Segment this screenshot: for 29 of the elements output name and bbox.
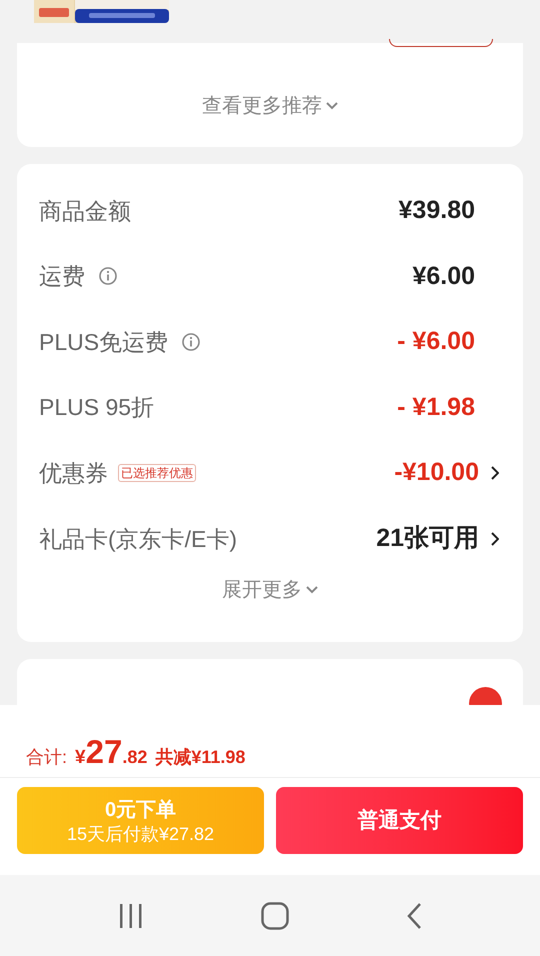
total-discount: 共减¥11.98 <box>155 746 246 769</box>
recent-apps-icon[interactable] <box>118 902 144 928</box>
chevron-down-icon <box>326 102 338 110</box>
pay-button[interactable]: 普通支付 <box>276 787 523 854</box>
expand-more-link[interactable]: 展开更多 <box>222 574 318 605</box>
row-value: 21张可用 <box>376 523 479 554</box>
row-label: PLUS免运费 <box>39 328 168 357</box>
more-recommendations-link[interactable]: 查看更多推荐 <box>202 91 338 121</box>
row-value: - ¥1.98 <box>397 392 475 423</box>
row-value: ¥39.80 <box>398 195 475 226</box>
row-label: 优惠券 <box>39 458 108 488</box>
home-icon[interactable] <box>260 902 289 930</box>
info-icon[interactable] <box>99 267 117 286</box>
chevron-right-icon[interactable] <box>491 532 499 546</box>
row-value: - ¥6.00 <box>397 326 475 358</box>
row-label: PLUS 95折 <box>39 393 154 422</box>
back-icon[interactable] <box>406 902 422 930</box>
total-amount: ¥27.82 <box>75 732 148 772</box>
row-value: ¥6.00 <box>412 260 475 292</box>
row-label: 运费 <box>39 262 85 292</box>
row-value: -¥10.00 <box>394 457 479 488</box>
total-label: 合计: <box>26 746 68 769</box>
chevron-right-icon[interactable] <box>491 466 499 480</box>
coupon-tag: 已选推荐优惠 <box>118 464 196 482</box>
row-label: 商品金额 <box>39 196 131 226</box>
row-label: 礼品卡(京东卡/E卡) <box>39 524 238 554</box>
buy-button[interactable] <box>389 39 493 47</box>
info-icon[interactable] <box>182 332 200 351</box>
chevron-down-icon <box>306 586 318 594</box>
